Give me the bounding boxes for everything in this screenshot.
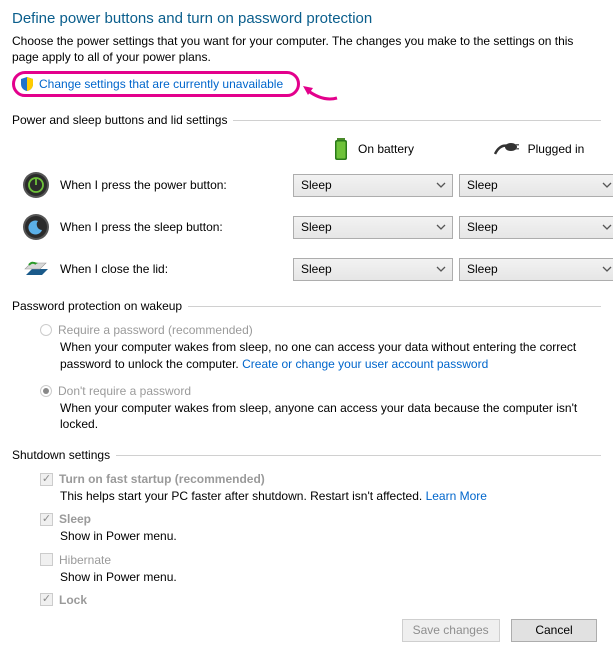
save-button: Save changes: [402, 619, 500, 642]
chevron-down-icon: [602, 180, 612, 190]
chevron-down-icon: [436, 264, 446, 274]
checkbox-icon: [40, 553, 53, 566]
section-header: Shutdown settings: [12, 448, 110, 462]
require-password-radio: Require a password (recommended): [40, 323, 601, 337]
radio-icon: [40, 324, 52, 336]
hibernate-checkbox: Hibernate: [40, 553, 601, 567]
section-header: Power and sleep buttons and lid settings: [12, 113, 227, 127]
on-battery-label: On battery: [358, 142, 414, 156]
sleep-button-icon: [22, 213, 50, 241]
footer-buttons: Save changes Cancel: [12, 609, 601, 642]
hibernate-label: Hibernate: [59, 553, 111, 567]
fast-startup-desc: This helps start your PC faster after sh…: [60, 488, 601, 504]
change-settings-highlight: Change settings that are currently unava…: [12, 71, 300, 97]
close-lid-plugged-combo[interactable]: Sleep: [459, 258, 613, 281]
sleep-button-battery-combo[interactable]: Sleep: [293, 216, 453, 239]
chevron-down-icon: [602, 222, 612, 232]
checkbox-icon: ✓: [40, 473, 53, 486]
divider: [116, 455, 601, 456]
chevron-down-icon: [436, 222, 446, 232]
sleep-button-plugged-combo[interactable]: Sleep: [459, 216, 613, 239]
sleep-button-label: When I press the sleep button:: [60, 220, 223, 234]
annotation-arrow-icon: [301, 80, 339, 104]
power-button-battery-combo[interactable]: Sleep: [293, 174, 453, 197]
require-password-label: Require a password (recommended): [58, 323, 253, 337]
learn-more-link[interactable]: Learn More: [426, 489, 487, 503]
dont-require-password-label: Don't require a password: [58, 384, 191, 398]
checkbox-icon: ✓: [40, 513, 53, 526]
checkbox-icon: ✓: [40, 593, 53, 606]
require-password-desc: When your computer wakes from sleep, no …: [60, 339, 601, 371]
chevron-down-icon: [602, 264, 612, 274]
fast-startup-checkbox: ✓ Turn on fast startup (recommended): [40, 472, 601, 486]
power-button-label: When I press the power button:: [60, 178, 227, 192]
create-password-link[interactable]: Create or change your user account passw…: [242, 357, 488, 371]
section-header: Password protection on wakeup: [12, 299, 182, 313]
divider: [233, 120, 601, 121]
power-button-plugged-combo[interactable]: Sleep: [459, 174, 613, 197]
power-button-icon: [22, 171, 50, 199]
close-lid-row: When I close the lid: Sleep Sleep: [12, 255, 601, 283]
password-protection-section: Password protection on wakeup Require a …: [12, 299, 601, 432]
power-sleep-section: Power and sleep buttons and lid settings…: [12, 113, 601, 283]
change-settings-link[interactable]: Change settings that are currently unava…: [39, 77, 283, 91]
battery-icon: [332, 137, 350, 161]
close-lid-icon: [22, 255, 50, 283]
close-lid-battery-combo[interactable]: Sleep: [293, 258, 453, 281]
sleep-checkbox: ✓ Sleep: [40, 512, 601, 526]
power-button-row: When I press the power button: Sleep Sle…: [12, 171, 601, 199]
plug-icon: [494, 140, 520, 158]
plugged-in-label: Plugged in: [528, 142, 585, 156]
sleep-button-row: When I press the sleep button: Sleep Sle…: [12, 213, 601, 241]
cancel-button[interactable]: Cancel: [511, 619, 597, 642]
divider: [188, 306, 601, 307]
dont-require-password-desc: When your computer wakes from sleep, any…: [60, 400, 601, 432]
hibernate-desc: Show in Power menu.: [60, 569, 601, 585]
shield-icon: [19, 76, 35, 92]
sleep-desc: Show in Power menu.: [60, 528, 601, 544]
radio-icon: [40, 385, 52, 397]
lock-label: Lock: [59, 593, 87, 607]
chevron-down-icon: [436, 180, 446, 190]
page-title: Define power buttons and turn on passwor…: [12, 10, 601, 27]
close-lid-label: When I close the lid:: [60, 262, 168, 276]
fast-startup-label: Turn on fast startup (recommended): [59, 472, 265, 486]
shutdown-settings-section: Shutdown settings ✓ Turn on fast startup…: [12, 448, 601, 607]
column-headers: On battery Plugged in: [12, 137, 601, 161]
lock-checkbox: ✓ Lock: [40, 593, 601, 607]
dont-require-password-radio: Don't require a password: [40, 384, 601, 398]
intro-text: Choose the power settings that you want …: [12, 33, 601, 65]
sleep-label: Sleep: [59, 512, 91, 526]
